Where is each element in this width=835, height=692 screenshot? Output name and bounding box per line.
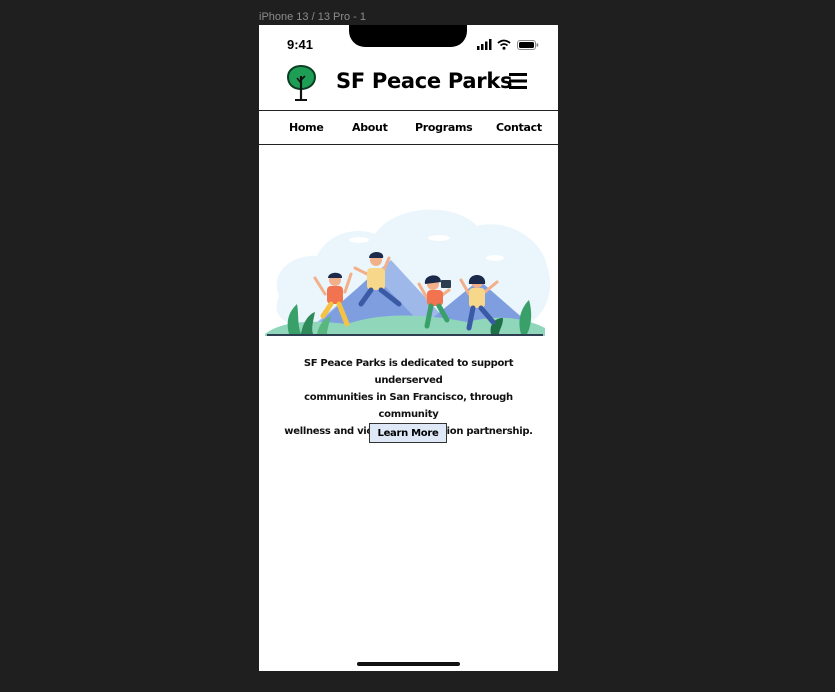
wifi-icon xyxy=(497,39,511,50)
cellular-signal-icon xyxy=(477,39,492,50)
tagline-line: SF Peace Parks is dedicated to support u… xyxy=(303,358,514,386)
phone-screen: 9:41 SF Peace Parks Home About Programs … xyxy=(259,25,558,671)
hero-illustration xyxy=(265,209,551,336)
device-notch xyxy=(349,25,467,47)
status-time: 9:41 xyxy=(287,37,314,52)
nav-item-about[interactable]: About xyxy=(352,121,388,134)
home-indicator[interactable] xyxy=(357,662,460,666)
nav-item-home[interactable]: Home xyxy=(289,121,324,134)
learn-more-button[interactable]: Learn More xyxy=(369,423,447,443)
nav-item-contact[interactable]: Contact xyxy=(496,121,542,134)
tree-icon xyxy=(286,64,317,101)
main-nav: Home About Programs Contact xyxy=(259,110,558,145)
nav-item-programs[interactable]: Programs xyxy=(415,121,473,134)
battery-icon xyxy=(517,40,539,50)
site-title: SF Peace Parks xyxy=(336,69,513,93)
ground-line xyxy=(267,334,543,336)
frame-label: iPhone 13 / 13 Pro - 1 xyxy=(259,11,367,23)
tagline-line: communities in San Francisco, through co… xyxy=(304,392,513,420)
hamburger-menu-icon[interactable] xyxy=(509,73,527,89)
